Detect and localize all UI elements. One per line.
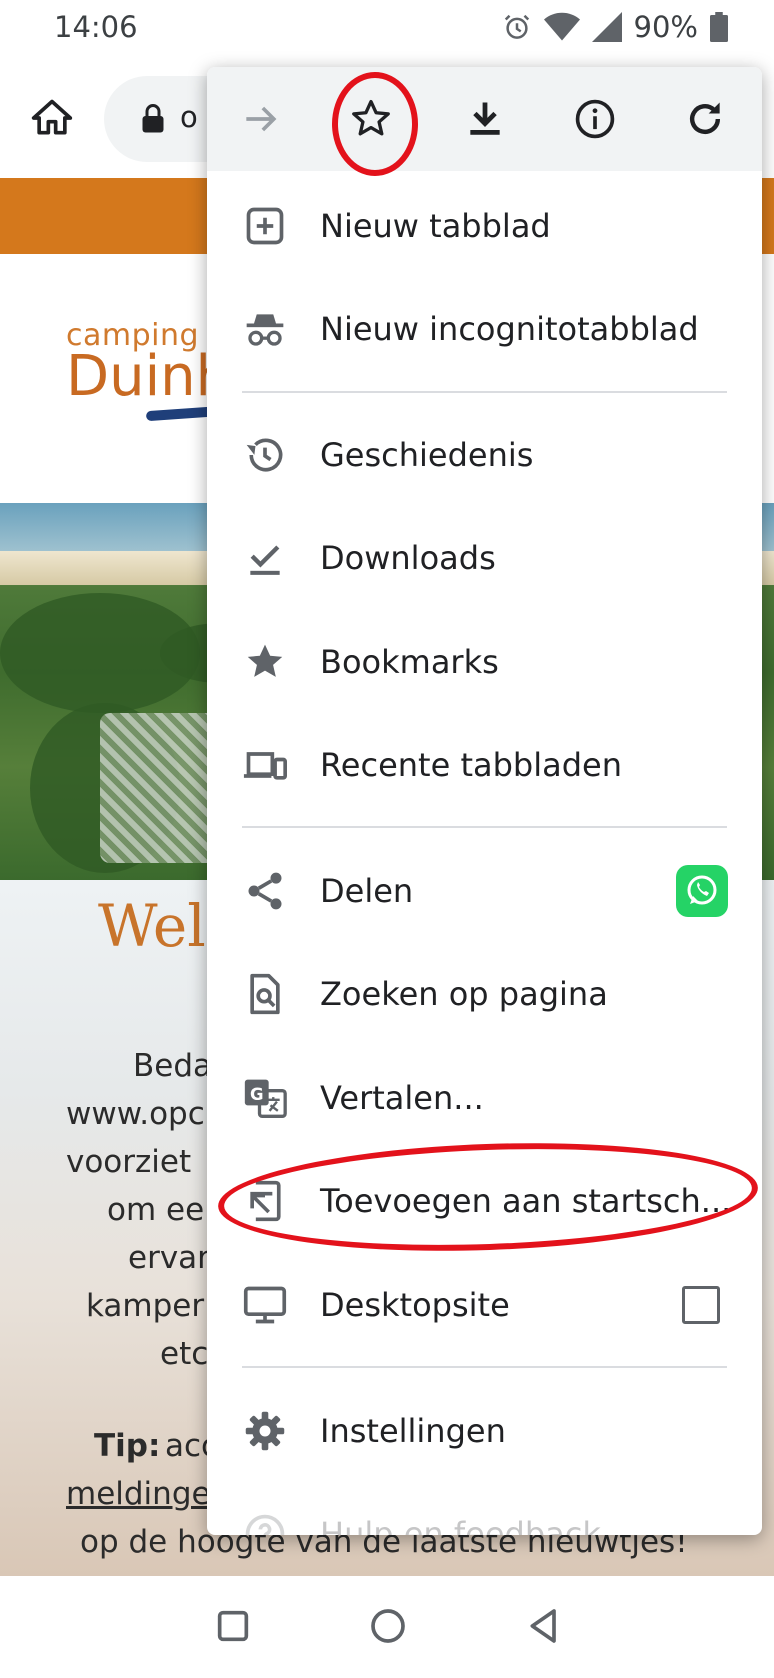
- desktop-site-checkbox[interactable]: [682, 1286, 720, 1324]
- bookmarks-star-icon: [243, 640, 287, 684]
- menu-item-desktop-site[interactable]: Desktopsite: [207, 1255, 762, 1355]
- body-line: Beda: [133, 1048, 213, 1084]
- menu-item-find-in-page[interactable]: Zoeken op pagina: [207, 944, 762, 1044]
- menu-item-new-tab[interactable]: Nieuw tabblad: [207, 176, 762, 276]
- new-tab-icon: [243, 204, 287, 248]
- body-line: kamper: [86, 1288, 205, 1324]
- body-line: om ee: [107, 1192, 205, 1228]
- menu-divider: [242, 826, 727, 828]
- help-icon: [243, 1512, 287, 1535]
- menu-item-recent-tabs[interactable]: Recente tabbladen: [207, 715, 762, 815]
- devices-icon: [243, 743, 287, 787]
- menu-item-bookmarks[interactable]: Bookmarks: [207, 612, 762, 712]
- body-line: etc: [160, 1336, 209, 1372]
- forward-icon[interactable]: [239, 97, 283, 141]
- back-nav-icon[interactable]: [524, 1606, 564, 1650]
- downloads-check-icon: [243, 536, 287, 580]
- browser-overflow-menu: Nieuw tabblad Nieuw incognitotabblad Ges…: [207, 67, 762, 1535]
- share-icon: [243, 869, 287, 913]
- body-line: ervar: [128, 1240, 210, 1276]
- menu-item-downloads[interactable]: Downloads: [207, 508, 762, 608]
- menu-item-settings[interactable]: Instellingen: [207, 1381, 762, 1481]
- menu-divider: [242, 391, 727, 393]
- find-in-page-icon: [243, 972, 287, 1016]
- status-time: 14:06: [54, 10, 138, 44]
- tip-label: Tip:: [94, 1428, 161, 1464]
- annotation-circle-bookmark: [332, 72, 418, 176]
- system-nav-bar: [0, 1576, 774, 1678]
- translate-icon: G: [243, 1076, 287, 1120]
- menu-item-share[interactable]: Delen: [207, 841, 762, 941]
- body-line: www.opc: [66, 1096, 205, 1132]
- home-icon[interactable]: [30, 96, 74, 140]
- battery-text: 90%: [633, 10, 698, 44]
- status-icons: 90%: [502, 10, 728, 44]
- menu-item-incognito[interactable]: Nieuw incognitotabblad: [207, 279, 762, 379]
- page-heading: Wel: [98, 892, 206, 960]
- notifications-link[interactable]: meldinge: [66, 1476, 211, 1512]
- history-icon: [243, 433, 287, 477]
- body-line: voorziet: [66, 1144, 192, 1180]
- incognito-icon: [243, 307, 287, 351]
- gear-icon: [243, 1409, 287, 1453]
- home-nav-icon[interactable]: [368, 1606, 408, 1650]
- menu-item-history[interactable]: Geschiedenis: [207, 405, 762, 505]
- desktop-icon: [243, 1283, 287, 1327]
- recents-icon[interactable]: [213, 1606, 253, 1650]
- menu-item-translate[interactable]: G Vertalen...: [207, 1048, 762, 1148]
- battery-icon: [710, 12, 728, 42]
- status-bar: 14:06 90%: [0, 0, 774, 60]
- reload-icon[interactable]: [683, 97, 727, 141]
- menu-item-help[interactable]: Hulp en feedback: [207, 1484, 762, 1535]
- lock-icon: [140, 104, 166, 138]
- whatsapp-icon[interactable]: [676, 865, 728, 917]
- signal-icon: [591, 12, 622, 42]
- wifi-icon: [543, 12, 580, 42]
- download-icon[interactable]: [463, 97, 507, 141]
- svg-text:G: G: [250, 1085, 264, 1104]
- alarm-icon: [502, 12, 532, 42]
- info-icon[interactable]: [573, 97, 617, 141]
- menu-divider: [242, 1366, 727, 1368]
- url-text: o: [180, 100, 198, 134]
- menu-action-row: [207, 67, 762, 171]
